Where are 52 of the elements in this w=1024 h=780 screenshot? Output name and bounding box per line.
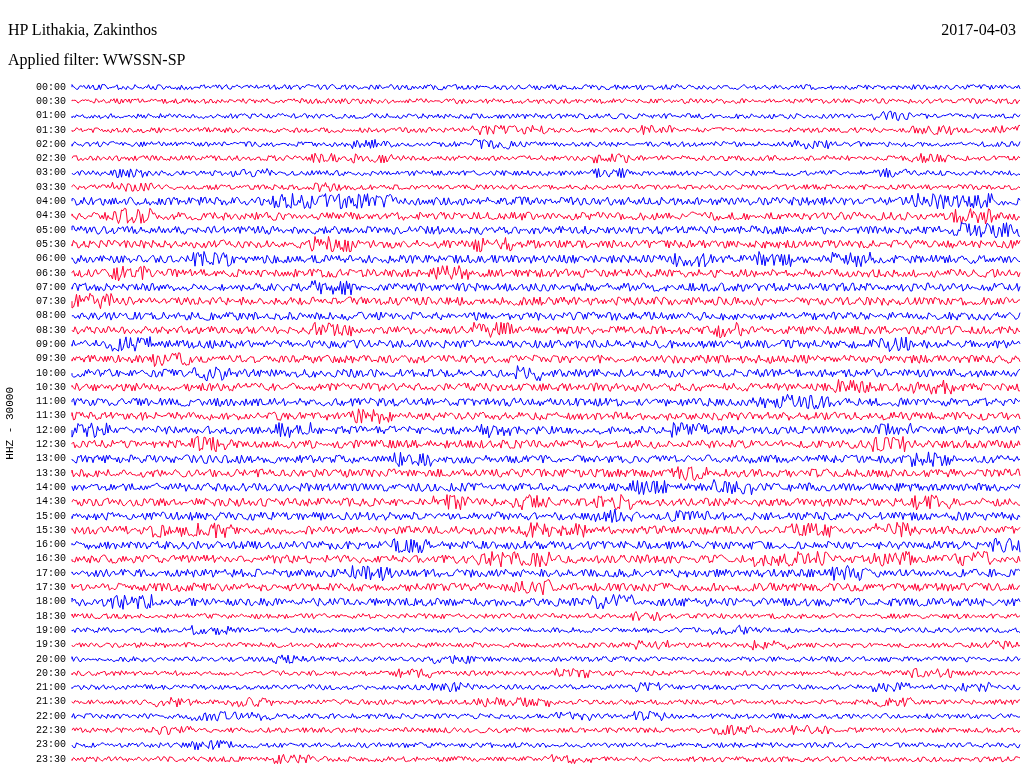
time-label: 03:30 [35,181,67,193]
time-label: 14:00 [35,481,67,493]
time-label: 14:30 [35,496,67,508]
time-label: 18:00 [35,596,67,608]
time-label: 09:00 [35,339,67,350]
time-label: 01:00 [35,110,67,122]
station-title: HP Lithakia, Zakinthos [8,20,158,40]
time-label: 21:00 [35,682,67,694]
time-label: 23:00 [35,739,67,751]
time-label: 00:30 [35,95,67,107]
time-label: 05:00 [35,224,67,236]
time-label: 20:30 [35,667,67,679]
time-label: 17:30 [35,582,67,594]
time-label: 11:30 [35,410,67,422]
time-label: 15:30 [35,524,67,536]
time-label: 10:30 [35,381,67,393]
time-label: 12:00 [35,424,67,436]
time-label: 04:30 [35,210,67,222]
time-label: 12:30 [35,439,67,451]
time-label: 08:30 [35,324,67,336]
time-label: 11:00 [35,396,67,408]
channel-label: HHZ - 30000 [4,386,16,460]
date-label: 2017-04-03 [941,20,1016,40]
time-label: 22:30 [35,725,67,736]
filter-label: Applied filter: WWSSN-SP [8,51,186,68]
time-label: 06:30 [35,267,67,279]
time-label: 02:30 [35,153,67,165]
time-label: 08:00 [35,310,67,322]
time-label: 23:30 [35,753,67,765]
time-label: 16:00 [35,539,67,551]
time-label: 20:00 [35,653,67,665]
time-label: 03:00 [35,167,67,179]
time-label: 16:30 [35,553,67,565]
time-label: 10:00 [35,367,67,379]
time-label: 22:00 [35,710,67,722]
time-label: 07:00 [35,281,67,293]
time-label: 05:30 [35,238,67,250]
time-label: 18:30 [35,610,67,622]
time-label: 17:00 [35,567,67,579]
time-label: 02:00 [35,138,67,150]
time-label: 15:00 [35,510,67,522]
time-label: 04:00 [35,196,67,207]
time-label: 21:30 [35,696,67,708]
time-label: 01:30 [35,124,67,136]
time-label: 19:00 [35,624,67,636]
time-label: 13:30 [35,467,67,479]
time-label: 19:30 [35,639,67,651]
time-label: 09:30 [35,353,67,365]
time-label: 06:00 [35,253,67,265]
time-label: 13:00 [35,453,67,465]
time-label: 00:00 [35,81,67,93]
time-label: 07:30 [35,296,67,308]
